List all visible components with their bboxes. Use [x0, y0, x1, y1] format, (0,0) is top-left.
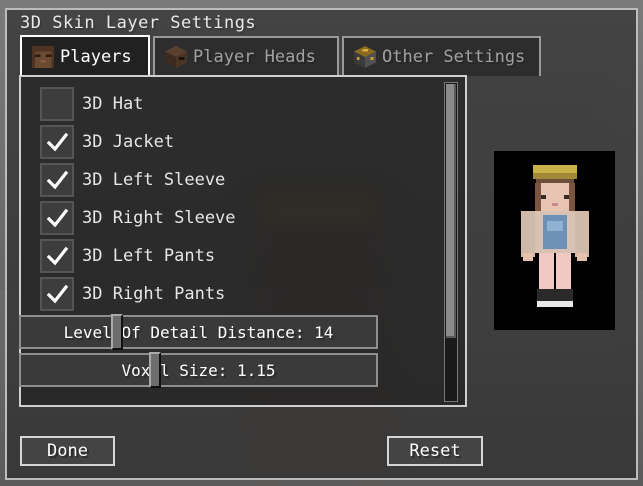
player-head-block-icon	[165, 46, 187, 68]
option-checkbox[interactable]	[40, 163, 74, 197]
tab-player-heads[interactable]: Player Heads	[153, 36, 339, 76]
checkmark-icon	[46, 132, 69, 152]
voxel-size-label: Voxel Size: 1.15	[121, 360, 276, 380]
scrollbar-thumb[interactable]	[446, 84, 456, 338]
detail-distance-slider[interactable]: Level Of Detail Distance: 14	[19, 314, 378, 350]
option-checkbox[interactable]	[40, 87, 74, 121]
option-label: 3D Right Sleeve	[82, 208, 236, 228]
player-face-icon	[32, 46, 54, 68]
tab-other-settings[interactable]: Other Settings	[342, 36, 541, 76]
tab-players-label: Players	[60, 47, 132, 67]
checkmark-icon	[46, 284, 69, 304]
option-label: 3D Left Sleeve	[82, 170, 226, 190]
done-button[interactable]: Done	[20, 436, 115, 466]
voxel-size-slider[interactable]: Voxel Size: 1.15	[19, 352, 378, 388]
slider-handle[interactable]	[111, 314, 123, 350]
slider-handle[interactable]	[149, 352, 161, 388]
checkmark-icon	[46, 170, 69, 190]
option-row[interactable]: 3D Right Pants	[40, 277, 225, 311]
option-row[interactable]: 3D Left Sleeve	[40, 163, 225, 197]
checkmark-icon	[46, 246, 69, 266]
option-row[interactable]: 3D Jacket	[40, 125, 174, 159]
option-checkbox[interactable]	[40, 239, 74, 273]
reset-button[interactable]: Reset	[387, 436, 483, 466]
tab-players[interactable]: Players	[20, 35, 150, 77]
option-row[interactable]: 3D Right Sleeve	[40, 201, 236, 235]
option-label: 3D Jacket	[82, 132, 175, 152]
option-row[interactable]: 3D Left Pants	[40, 239, 215, 273]
settings-block-icon	[354, 46, 376, 68]
detail-distance-label: Level Of Detail Distance: 14	[63, 322, 334, 342]
option-label: 3D Hat	[82, 94, 144, 114]
tab-player-heads-label: Player Heads	[193, 47, 316, 67]
option-label: 3D Left Pants	[82, 246, 216, 266]
option-checkbox[interactable]	[40, 125, 74, 159]
checkmark-icon	[46, 208, 69, 228]
tab-other-settings-label: Other Settings	[382, 47, 526, 67]
option-label: 3D Right Pants	[82, 284, 226, 304]
skin-preview	[494, 151, 615, 330]
option-checkbox[interactable]	[40, 277, 74, 311]
scrollbar[interactable]	[444, 82, 458, 402]
window-title: 3D Skin Layer Settings	[20, 13, 257, 33]
option-row[interactable]: 3D Hat	[40, 87, 143, 121]
option-checkbox[interactable]	[40, 201, 74, 235]
player-skin-image	[521, 165, 589, 307]
